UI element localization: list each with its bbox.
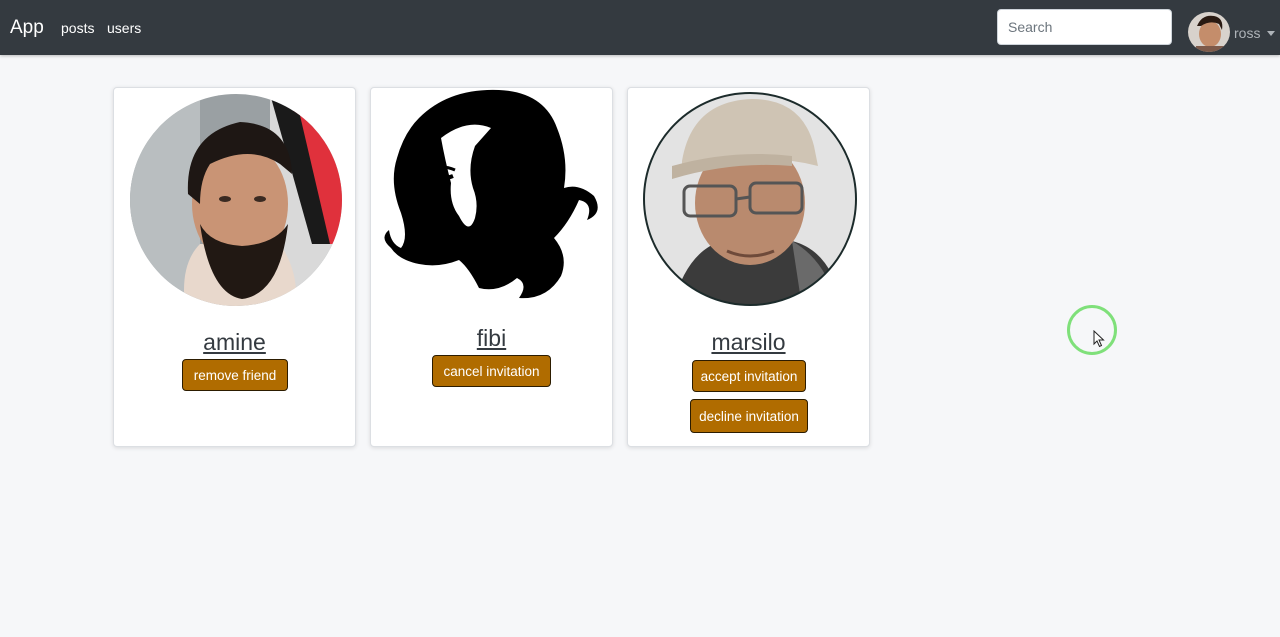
- nav-link-posts[interactable]: posts: [61, 20, 94, 36]
- nav-link-users[interactable]: users: [107, 20, 141, 36]
- user-name-link[interactable]: fibi: [371, 325, 612, 352]
- top-navbar: App posts users ross: [0, 0, 1280, 55]
- user-name-link[interactable]: marsilo: [628, 329, 869, 356]
- accept-invitation-button[interactable]: accept invitation: [692, 360, 806, 392]
- user-card-marsilo: marsilo accept invitation decline invita…: [627, 87, 870, 447]
- cursor-highlight-ring: [1067, 305, 1117, 355]
- cancel-invitation-button[interactable]: cancel invitation: [432, 355, 551, 387]
- username-label: ross: [1234, 25, 1261, 41]
- decline-invitation-button[interactable]: decline invitation: [690, 399, 808, 433]
- app-brand[interactable]: App: [10, 17, 44, 39]
- caret-down-icon: [1267, 31, 1275, 36]
- mouse-pointer-icon: [1093, 329, 1105, 348]
- user-menu-dropdown[interactable]: ross: [1188, 12, 1276, 52]
- user-card-fibi: fibi cancel invitation: [370, 87, 613, 447]
- remove-friend-button[interactable]: remove friend: [182, 359, 288, 391]
- user-card-amine: amine remove friend: [113, 87, 356, 447]
- avatar: [1188, 12, 1230, 52]
- profile-photo: [379, 88, 605, 310]
- profile-photo: [130, 94, 342, 306]
- user-name-link[interactable]: amine: [114, 329, 355, 356]
- profile-photo: [642, 91, 858, 307]
- search-input[interactable]: [997, 9, 1172, 45]
